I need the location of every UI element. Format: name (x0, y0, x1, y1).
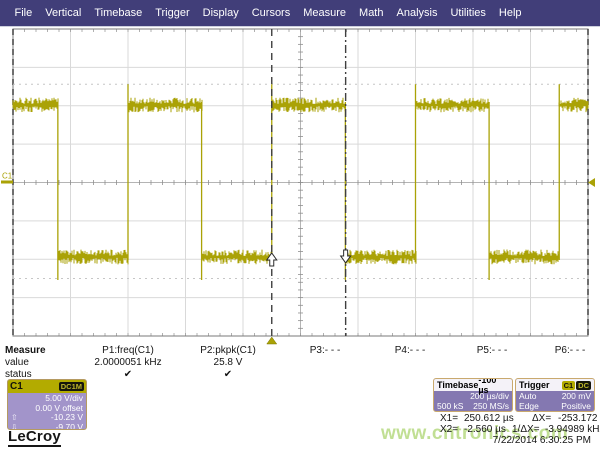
timebase-descriptor[interactable]: Timebase -100 µs 200 µs/div 500 kS 250 M… (433, 378, 513, 412)
channel-descriptor-c1[interactable]: C1 DC1M 5.00 V/div 0.00 V offset ⇧ -10.2… (7, 379, 87, 430)
trigger-slope: Positive (561, 401, 591, 411)
trigger-level: 200 mV (562, 391, 591, 401)
menu-item-timebase[interactable]: Timebase (88, 7, 149, 19)
menu-item-analysis[interactable]: Analysis (390, 7, 444, 19)
x1-label: X1= (440, 413, 458, 424)
x1-value: 250.612 µs (464, 413, 514, 424)
timebase-title: Timebase (437, 380, 478, 390)
menu-item-cursors[interactable]: Cursors (245, 7, 297, 19)
param-label: P2:pkpk(C1) (173, 345, 283, 357)
menu-item-file[interactable]: File (8, 7, 39, 19)
sample-rate: 250 MS/s (473, 401, 509, 411)
param-value: 25.8 V (173, 357, 283, 369)
trigger-mode: Auto (519, 391, 537, 401)
param-label: P6:- - - (515, 345, 600, 357)
measure-param-p6[interactable]: P6:- - - (515, 345, 600, 357)
trigger-type: Edge (519, 401, 539, 411)
channel-header: C1 DC1M (8, 380, 86, 393)
channel-name: C1 (10, 381, 23, 392)
x2-label: X2= (440, 424, 458, 435)
menu-item-help[interactable]: Help (492, 7, 528, 19)
menu-item-vertical[interactable]: Vertical (39, 7, 88, 19)
trigger-descriptor[interactable]: Trigger C1 DC Auto 200 mV Edge Positive (515, 378, 595, 412)
trigger-title: Trigger (519, 380, 550, 390)
menu-item-display[interactable]: Display (196, 7, 245, 19)
trigger-coupling-badge: DC (576, 381, 591, 390)
dx-value: -253.172 µs (558, 413, 600, 424)
datetime-stamp: 7/22/2014 6:30:25 PM (493, 435, 591, 446)
menu-item-math[interactable]: Math (353, 7, 390, 19)
menu-item-trigger[interactable]: Trigger (149, 7, 196, 19)
measure-param-p2[interactable]: P2:pkpk(C1) 25.8 V ✔ (173, 345, 283, 381)
param-label: P1:freq(C1) (73, 345, 183, 357)
measure-param-p1[interactable]: P1:freq(C1) 2.0000051 kHz ✔ (73, 345, 183, 381)
cursor1-arrow-icon: ⇧ (11, 413, 18, 423)
param-value: 2.0000051 kHz (73, 357, 183, 369)
x2-value: -2.560 µs (464, 424, 506, 435)
invdx-label: 1/ΔX= (512, 424, 540, 435)
sample-count: 500 kS (437, 401, 463, 411)
dx-label: ΔX= (532, 413, 551, 424)
trigger-source-badge: C1 (562, 381, 576, 390)
coupling-badge: DC1M (59, 382, 84, 391)
svg-text:C1: C1 (2, 172, 13, 181)
param-status-icon: ✔ (173, 369, 283, 381)
lecroy-logo: LeCroy (8, 429, 61, 447)
invdx-value: -3.94989 kHz (545, 424, 600, 435)
menu-item-utilities[interactable]: Utilities (444, 7, 492, 19)
value-row-label: value (5, 357, 29, 368)
time-per-div: 200 µs/div (434, 391, 512, 401)
menubar: File Vertical Timebase Trigger Display C… (0, 0, 600, 27)
menu-item-measure[interactable]: Measure (297, 7, 353, 19)
measure-row-label: Measure (5, 345, 46, 356)
param-status-icon: ✔ (73, 369, 183, 381)
